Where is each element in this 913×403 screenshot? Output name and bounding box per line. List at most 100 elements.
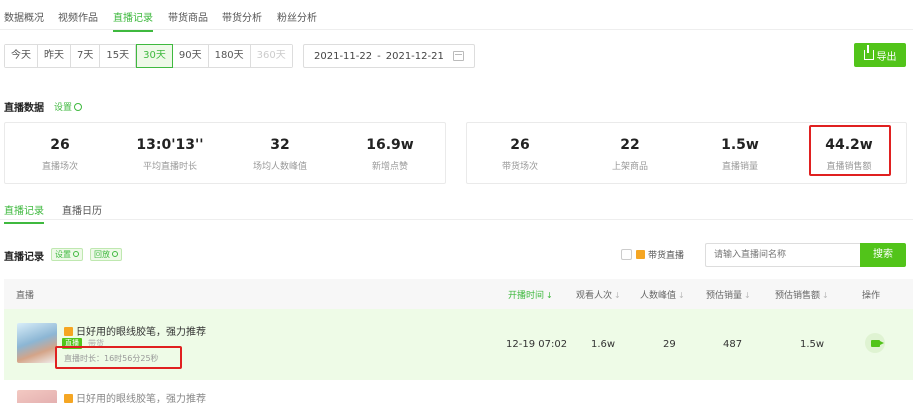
sort-arrow-icon: ↓ (678, 291, 685, 300)
range-today-button[interactable]: 今天 (5, 45, 38, 67)
stat-listed-products: 22 上架商品 (580, 123, 680, 172)
live-data-settings-link[interactable]: 设置 (54, 100, 83, 113)
tag-label: 设置 (55, 250, 71, 259)
live-title-text: 日好用的眼线胶笔，强力推荐 (76, 327, 206, 338)
stat-sales-sessions: 26 带货场次 (470, 123, 570, 172)
table-row[interactable]: 日好用的眼线胶笔，强力推荐 (4, 384, 913, 403)
col-action: 操作 (862, 291, 881, 301)
col-peak[interactable]: 人数峰值 ↓ (640, 288, 685, 301)
filter-text: 带货直播 (648, 251, 685, 261)
stat-peak-viewers: 32 场均人数峰值 (230, 123, 330, 172)
duration-highlight-box (55, 346, 182, 369)
col-viewers[interactable]: 观看人次 ↓ (576, 288, 621, 301)
tab-fans-analysis[interactable]: 粉丝分析 (277, 9, 317, 24)
cart-badge-icon (64, 327, 73, 336)
range-7d-button[interactable]: 7天 (71, 45, 101, 67)
tag-label: 回放 (94, 250, 110, 259)
stat-value: 13:0'13'' (136, 137, 204, 153)
range-30d-button[interactable]: 30天 (136, 44, 173, 68)
sort-arrow-icon: ↓ (822, 291, 829, 300)
range-90d-button[interactable]: 90天 (172, 45, 209, 67)
stat-label: 带货场次 (501, 162, 538, 172)
settings-circle-icon (74, 103, 83, 111)
stat-label: 新增点赞 (371, 162, 408, 172)
stat-new-likes: 16.9w 新增点赞 (340, 123, 440, 172)
stat-live-count: 26 直播场次 (10, 123, 110, 172)
subtab-live-records[interactable]: 直播记录 (4, 202, 44, 224)
tab-products[interactable]: 带货商品 (168, 9, 208, 24)
stat-live-sales: 1.5w 直播销量 (690, 123, 790, 172)
stat-avg-duration: 13:0'13'' 平均直播时长 (120, 123, 220, 172)
stat-value: 26 (510, 137, 530, 153)
live-title[interactable]: 日好用的眼线胶笔，强力推荐 (64, 390, 206, 403)
live-title[interactable]: 日好用的眼线胶笔，强力推荐 (64, 323, 206, 338)
settings-dot-icon (73, 251, 79, 257)
stat-value: 1.5w (721, 137, 759, 153)
live-room-search-input[interactable] (705, 243, 860, 267)
sales-live-checkbox[interactable] (621, 249, 632, 260)
col-label: 观看人次 (576, 291, 613, 301)
sort-arrow-icon: ↓ (546, 291, 553, 300)
live-cover-thumbnail[interactable] (17, 390, 57, 403)
revenue-highlight-box (809, 125, 891, 176)
col-label: 人数峰值 (640, 291, 677, 301)
stat-label: 场均人数峰值 (252, 162, 307, 172)
stat-label: 直播销量 (721, 162, 758, 172)
calendar-icon (453, 51, 464, 61)
play-replay-button[interactable] (865, 333, 885, 353)
sub-tab-bar: 直播记录 直播日历 (0, 196, 913, 224)
records-reset-tag[interactable]: 回放 (90, 248, 122, 261)
date-range-picker[interactable]: 2021-11-22 - 2021-12-21 (303, 44, 475, 68)
table-row[interactable]: 日好用的眼线胶笔，强力推荐 直播 带货 直播时长：16时56分25秒 12-19… (4, 309, 913, 380)
stat-label: 平均直播时长 (142, 162, 197, 172)
date-start: 2021-11-22 (314, 50, 373, 62)
range-15d-button[interactable]: 15天 (100, 45, 137, 67)
top-tab-bar: 数据概况 视频作品 直播记录 带货商品 带货分析 粉丝分析 (0, 0, 913, 32)
col-label: 预估销量 (706, 291, 743, 301)
cart-badge-icon (64, 394, 73, 403)
date-separator: - (377, 50, 381, 62)
search-button[interactable]: 搜索 (860, 243, 906, 267)
stat-value: 16.9w (366, 137, 414, 153)
cell-peak: 29 (663, 339, 676, 350)
range-yesterday-button[interactable]: 昨天 (38, 45, 71, 67)
stat-label: 直播场次 (41, 162, 78, 172)
cell-est-revenue: 1.5w (800, 339, 825, 350)
col-label: 开播时间 (508, 291, 545, 301)
export-button[interactable]: 导出 (854, 43, 906, 67)
records-title: 直播记录 (4, 252, 44, 263)
cell-viewers: 1.6w (591, 339, 616, 350)
cell-est-sales: 487 (723, 339, 743, 350)
stat-label: 上架商品 (611, 162, 648, 172)
sort-arrow-icon: ↓ (744, 291, 751, 300)
tab-live-records[interactable]: 直播记录 (113, 9, 153, 32)
col-est-sales[interactable]: 预估销量 ↓ (706, 288, 751, 301)
export-label: 导出 (876, 51, 897, 63)
sales-live-filter-label[interactable]: 带货直播 (636, 248, 684, 261)
records-settings-tag[interactable]: 设置 (51, 248, 83, 261)
subtab-live-calendar[interactable]: 直播日历 (62, 202, 102, 217)
range-180d-button[interactable]: 180天 (208, 45, 251, 67)
tab-video-works[interactable]: 视频作品 (58, 9, 98, 24)
col-label: 预估销售额 (775, 291, 821, 301)
range-360d-button[interactable]: 360天 (250, 45, 292, 67)
stat-value: 22 (620, 137, 640, 153)
export-icon (863, 45, 874, 60)
tab-data-overview[interactable]: 数据概况 (4, 9, 44, 24)
reset-dot-icon (112, 251, 118, 257)
settings-label: 设置 (54, 103, 73, 113)
col-start-time[interactable]: 开播时间 ↓ (508, 288, 553, 301)
live-title-text: 日好用的眼线胶笔，强力推荐 (76, 394, 206, 403)
live-cover-thumbnail[interactable] (17, 323, 57, 363)
col-live: 直播 (16, 291, 35, 301)
date-end: 2021-12-21 (385, 50, 444, 62)
tab-sales-analysis[interactable]: 带货分析 (222, 9, 262, 24)
stat-value: 26 (50, 137, 70, 153)
cell-start-time: 12-19 07:02 (506, 339, 568, 350)
col-est-revenue[interactable]: 预估销售额 ↓ (775, 288, 829, 301)
live-data-title: 直播数据 (4, 103, 44, 114)
stat-value: 32 (270, 137, 290, 153)
records-table-header: 直播 开播时间 ↓ 观看人次 ↓ 人数峰值 ↓ 预估销量 ↓ 预估销售额 ↓ 操作 (4, 279, 913, 309)
video-camera-icon (870, 339, 884, 347)
sort-arrow-icon: ↓ (614, 291, 621, 300)
